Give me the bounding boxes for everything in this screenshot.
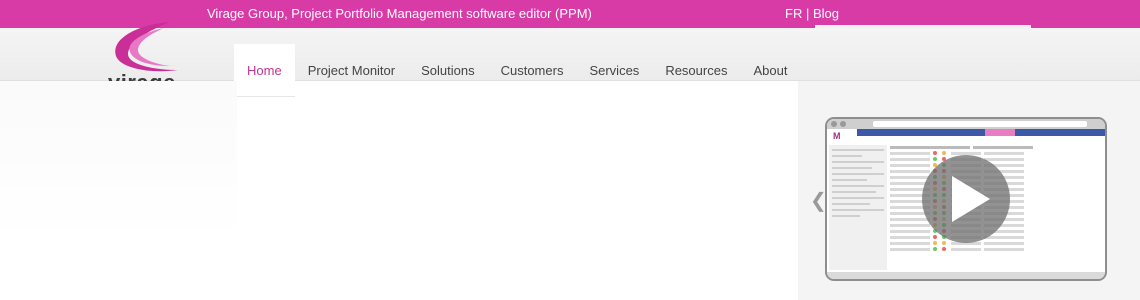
play-icon[interactable] xyxy=(952,176,990,222)
window-dot-icon xyxy=(831,121,837,127)
nav-project-monitor[interactable]: Project Monitor xyxy=(295,44,408,96)
video-app-sidebar xyxy=(829,145,887,270)
nav-home[interactable]: Home xyxy=(234,44,295,97)
nav-solutions[interactable]: Solutions xyxy=(408,44,487,96)
video-url-bar xyxy=(873,121,1087,127)
content-left-fade xyxy=(0,81,237,241)
video-window-titlebar xyxy=(827,119,1105,129)
site-tagline: Virage Group, Project Portfolio Manageme… xyxy=(207,6,592,21)
video-window-taskbar xyxy=(827,272,1105,279)
link-separator: | xyxy=(805,6,810,21)
window-dot-icon xyxy=(840,121,846,127)
top-links: FR | Blog xyxy=(785,6,839,21)
video-app-logo: M xyxy=(833,131,841,141)
nav-customers[interactable]: Customers xyxy=(488,44,577,96)
nav-about[interactable]: About xyxy=(740,44,800,96)
video-app-menubar xyxy=(857,129,1105,136)
blog-link[interactable]: Blog xyxy=(813,6,839,21)
nav-services[interactable]: Services xyxy=(576,44,652,96)
lang-fr-link[interactable]: FR xyxy=(785,6,802,21)
video-app-active-tab xyxy=(985,129,1015,136)
nav-resources[interactable]: Resources xyxy=(652,44,740,96)
main-nav: Home Project Monitor Solutions Customers… xyxy=(234,44,800,97)
